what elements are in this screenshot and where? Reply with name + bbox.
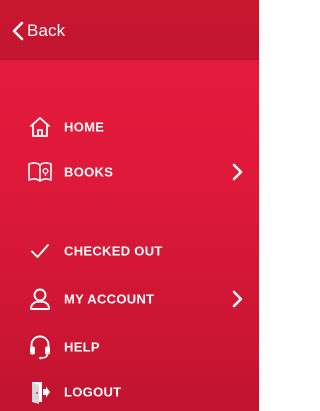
menu-label-logout: LOGOUT bbox=[64, 384, 122, 400]
chevron-left-icon bbox=[12, 21, 24, 41]
checkmark-icon bbox=[27, 238, 53, 264]
chevron-right-icon bbox=[230, 163, 244, 181]
menu-item-books[interactable]: BOOKS bbox=[0, 152, 259, 192]
home-icon bbox=[27, 114, 53, 140]
book-icon bbox=[27, 159, 53, 185]
menu-label-help: HELP bbox=[64, 339, 100, 355]
user-icon bbox=[27, 286, 53, 312]
menu-label-checked-out: CHECKED OUT bbox=[64, 243, 163, 259]
menu-item-logout[interactable]: LOGOUT bbox=[0, 372, 259, 411]
side-menu-screen: Back HOME BOOKS CHECKED OUT MY ACCOUNT H… bbox=[0, 0, 259, 411]
top-bar: Back bbox=[0, 0, 259, 60]
menu-label-home: HOME bbox=[64, 119, 105, 135]
logout-icon bbox=[27, 379, 53, 405]
menu-item-home[interactable]: HOME bbox=[0, 107, 259, 147]
back-button[interactable]: Back bbox=[12, 18, 65, 44]
chevron-right-icon bbox=[230, 290, 244, 308]
menu-item-help[interactable]: HELP bbox=[0, 327, 259, 367]
menu-item-checked-out[interactable]: CHECKED OUT bbox=[0, 231, 259, 271]
menu-label-books: BOOKS bbox=[64, 164, 114, 180]
menu-label-my-account: MY ACCOUNT bbox=[64, 291, 155, 307]
headset-icon bbox=[27, 334, 53, 360]
menu-item-my-account[interactable]: MY ACCOUNT bbox=[0, 279, 259, 319]
back-label: Back bbox=[27, 21, 66, 40]
